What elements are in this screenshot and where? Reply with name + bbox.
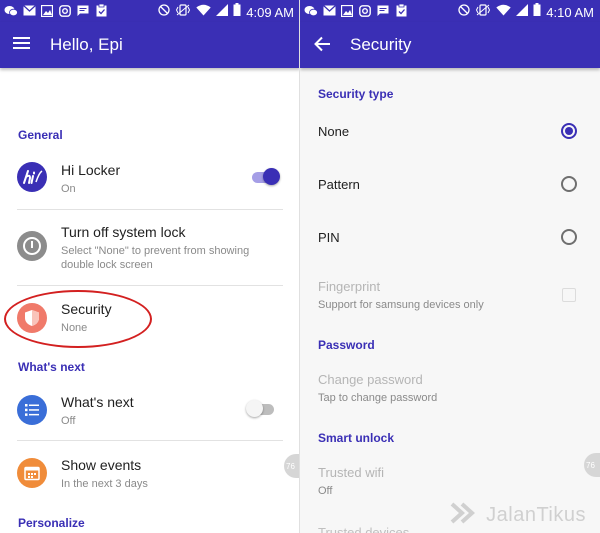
system-icons: 4:09 AM xyxy=(158,3,294,21)
vibrate-icon xyxy=(475,3,491,21)
notification-icons xyxy=(304,4,408,17)
option-label: PIN xyxy=(318,230,340,245)
system-icons: 4:10 AM xyxy=(458,3,594,21)
instagram-icon xyxy=(58,4,72,17)
section-header-smart-unlock: Smart unlock xyxy=(318,431,395,445)
setting-title: Fingerprint xyxy=(318,279,381,294)
page-title: Security xyxy=(350,35,412,54)
dnd-icon xyxy=(158,3,170,21)
divider xyxy=(17,209,283,210)
setting-subtitle: Off xyxy=(61,415,76,427)
setting-subtitle: Select "None" to prevent from showing do… xyxy=(61,245,250,271)
radio-button-pattern[interactable] xyxy=(561,176,577,192)
whats-next-toggle[interactable] xyxy=(246,400,278,418)
option-label: Pattern xyxy=(318,177,360,192)
divider xyxy=(17,285,283,286)
vibrate-icon xyxy=(175,3,191,21)
setting-subtitle: Tap to change password xyxy=(318,392,438,404)
wechat-icon xyxy=(304,4,318,17)
section-header-personalize: Personalize xyxy=(18,516,85,530)
option-row-pin[interactable]: PIN xyxy=(300,212,600,262)
wifi-icon xyxy=(196,3,211,21)
highlight-circle-annotation xyxy=(4,290,152,348)
status-time: 4:09 AM xyxy=(246,4,294,20)
back-arrow-icon[interactable] xyxy=(314,36,336,56)
setting-title: What's next xyxy=(61,394,134,410)
status-bar: 4:09 AM xyxy=(0,0,300,22)
list-icon xyxy=(17,395,47,425)
setting-row-system-lock[interactable]: Turn off system lock Select "None" to pr… xyxy=(0,216,300,284)
section-header-password: Password xyxy=(318,338,375,352)
signal-icon xyxy=(216,3,229,21)
setting-title: Turn off system lock xyxy=(61,224,186,240)
email-icon xyxy=(322,4,336,17)
option-row-pattern[interactable]: Pattern xyxy=(300,159,600,210)
message-icon xyxy=(76,4,90,17)
setting-subtitle: Off xyxy=(318,485,333,497)
email-icon xyxy=(22,4,36,17)
wifi-icon xyxy=(496,3,511,21)
setting-title: Trusted devices xyxy=(318,525,410,533)
hi-locker-toggle[interactable] xyxy=(250,168,282,186)
app-bar: Security xyxy=(300,22,600,68)
left-screen: 4:09 AM Hello, Epi General Hi Locker On … xyxy=(0,0,300,533)
option-row-none[interactable]: None xyxy=(300,106,600,156)
setting-title: Trusted wifi xyxy=(318,465,384,480)
setting-row-whats-next[interactable]: What's next Off xyxy=(0,388,300,440)
section-header-whats-next: What's next xyxy=(18,360,85,374)
message-icon xyxy=(376,4,390,17)
radio-button-none[interactable] xyxy=(561,123,577,139)
notification-icons xyxy=(4,4,108,17)
page-title: Hello, Epi xyxy=(50,35,123,54)
section-header-general: General xyxy=(18,128,63,142)
image-icon xyxy=(40,4,54,17)
setting-row-change-password[interactable]: Change password Tap to change password xyxy=(300,364,600,414)
setting-row-trusted-wifi[interactable]: Trusted wifi Off xyxy=(300,458,600,506)
setting-title: Change password xyxy=(318,372,423,387)
battery-icon xyxy=(533,3,541,21)
fingerprint-checkbox[interactable] xyxy=(562,288,576,302)
setting-subtitle: In the next 3 days xyxy=(61,478,148,490)
setting-row-fingerprint[interactable]: Fingerprint Support for samsung devices … xyxy=(300,270,600,325)
dnd-icon xyxy=(458,3,470,21)
menu-icon[interactable] xyxy=(12,35,34,55)
setting-row-show-events[interactable]: Show events In the next 3 days xyxy=(0,448,300,500)
watermark-text: JalanTikus xyxy=(486,504,586,526)
watermark: JalanTikus xyxy=(450,501,586,530)
battery-icon xyxy=(233,3,241,21)
info-icon xyxy=(17,231,47,261)
clipboard-icon xyxy=(94,4,108,17)
status-bar: 4:10 AM xyxy=(300,0,600,22)
setting-subtitle: On xyxy=(61,183,76,195)
divider xyxy=(17,440,283,441)
setting-row-hi-locker[interactable]: Hi Locker On xyxy=(0,155,300,209)
wechat-icon xyxy=(4,4,18,17)
section-header-security-type: Security type xyxy=(318,87,394,101)
app-bar: Hello, Epi xyxy=(0,22,300,68)
calendar-icon xyxy=(17,458,47,488)
hi-logo-icon xyxy=(17,162,47,192)
option-label: None xyxy=(318,124,350,139)
status-time: 4:10 AM xyxy=(546,4,594,20)
setting-title: Show events xyxy=(61,457,142,473)
signal-icon xyxy=(516,3,529,21)
radio-button-pin[interactable] xyxy=(561,229,577,245)
setting-subtitle: Support for samsung devices only xyxy=(318,299,484,311)
image-icon xyxy=(340,4,354,17)
right-screen: 4:10 AM Security Security type None Patt… xyxy=(300,0,600,533)
setting-title: Hi Locker xyxy=(61,162,121,178)
instagram-icon xyxy=(358,4,372,17)
jalantikus-logo-icon xyxy=(450,501,480,530)
clipboard-icon xyxy=(394,4,408,17)
